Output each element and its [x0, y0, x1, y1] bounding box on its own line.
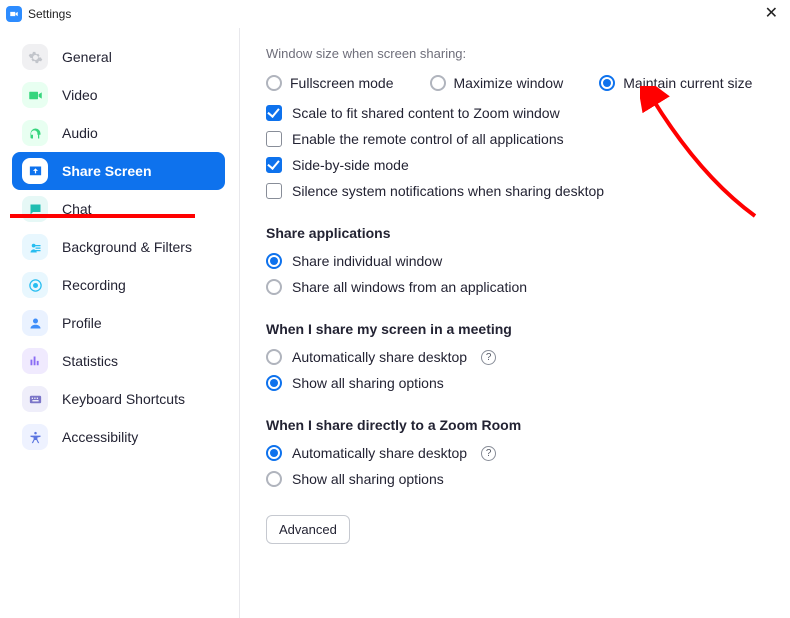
checkbox-icon [266, 105, 282, 121]
radio-label: Show all sharing options [292, 471, 444, 487]
meeting-share-title: When I share my screen in a meeting [266, 321, 770, 337]
checkbox-icon [266, 183, 282, 199]
radio-label: Share individual window [292, 253, 442, 269]
radio-maximize[interactable]: Maximize window [430, 75, 564, 91]
checkbox-label: Scale to fit shared content to Zoom wind… [292, 105, 560, 121]
radio-label: Maximize window [454, 75, 564, 91]
radio-label: Automatically share desktop [292, 445, 467, 461]
background-icon [22, 234, 48, 260]
radio-share-all[interactable]: Share all windows from an application [266, 279, 770, 295]
radio-icon [266, 445, 282, 461]
window-size-options: Fullscreen mode Maximize window Maintain… [266, 75, 770, 91]
headphones-icon [22, 120, 48, 146]
radio-label: Automatically share desktop [292, 349, 467, 365]
video-icon [22, 82, 48, 108]
radio-icon [266, 253, 282, 269]
radio-share-individual[interactable]: Share individual window [266, 253, 770, 269]
sidebar-item-share-screen[interactable]: Share Screen [12, 152, 225, 190]
titlebar: Settings ✕ [0, 0, 790, 28]
radio-label: Maintain current size [623, 75, 752, 91]
checkbox-side-by-side[interactable]: Side-by-side mode [266, 157, 770, 173]
checkbox-icon [266, 157, 282, 173]
app-icon [6, 6, 22, 22]
sidebar-item-recording[interactable]: Recording [12, 266, 225, 304]
sidebar-item-accessibility[interactable]: Accessibility [12, 418, 225, 456]
radio-label: Show all sharing options [292, 375, 444, 391]
radio-meeting-auto[interactable]: Automatically share desktop ? [266, 349, 770, 365]
titlebar-left: Settings [6, 6, 71, 22]
sidebar-label: Recording [62, 277, 126, 293]
record-icon [22, 272, 48, 298]
checkbox-scale[interactable]: Scale to fit shared content to Zoom wind… [266, 105, 770, 121]
profile-icon [22, 310, 48, 336]
sidebar-label: Keyboard Shortcuts [62, 391, 185, 407]
sidebar-item-general[interactable]: General [12, 38, 225, 76]
help-icon[interactable]: ? [481, 446, 496, 461]
sidebar-label: Statistics [62, 353, 118, 369]
checkbox-remote[interactable]: Enable the remote control of all applica… [266, 131, 770, 147]
share-screen-icon [22, 158, 48, 184]
radio-icon [266, 471, 282, 487]
sidebar: General Video Audio Share Screen Chat Ba… [0, 28, 240, 618]
advanced-button[interactable]: Advanced [266, 515, 350, 544]
radio-fullscreen[interactable]: Fullscreen mode [266, 75, 394, 91]
sidebar-item-statistics[interactable]: Statistics [12, 342, 225, 380]
sidebar-label: Audio [62, 125, 98, 141]
radio-label: Fullscreen mode [290, 75, 394, 91]
zoomroom-share-title: When I share directly to a Zoom Room [266, 417, 770, 433]
gear-icon [22, 44, 48, 70]
checkbox-label: Enable the remote control of all applica… [292, 131, 564, 147]
radio-maintain[interactable]: Maintain current size [599, 75, 752, 91]
radio-icon [266, 349, 282, 365]
checkbox-silence[interactable]: Silence system notifications when sharin… [266, 183, 770, 199]
sidebar-label: General [62, 49, 112, 65]
annotation-underline [10, 214, 195, 218]
sidebar-item-audio[interactable]: Audio [12, 114, 225, 152]
sidebar-item-background[interactable]: Background & Filters [12, 228, 225, 266]
accessibility-icon [22, 424, 48, 450]
help-icon[interactable]: ? [481, 350, 496, 365]
window-size-label: Window size when screen sharing: [266, 46, 770, 61]
sidebar-label: Share Screen [62, 163, 152, 179]
checkbox-label: Silence system notifications when sharin… [292, 183, 604, 199]
radio-icon [599, 75, 615, 91]
checkbox-label: Side-by-side mode [292, 157, 409, 173]
radio-zoomroom-show[interactable]: Show all sharing options [266, 471, 770, 487]
radio-meeting-show[interactable]: Show all sharing options [266, 375, 770, 391]
radio-icon [266, 375, 282, 391]
radio-icon [430, 75, 446, 91]
radio-icon [266, 75, 282, 91]
stats-icon [22, 348, 48, 374]
chat-icon [22, 196, 48, 222]
radio-label: Share all windows from an application [292, 279, 527, 295]
radio-zoomroom-auto[interactable]: Automatically share desktop ? [266, 445, 770, 461]
share-apps-title: Share applications [266, 225, 770, 241]
sidebar-label: Video [62, 87, 98, 103]
sidebar-label: Accessibility [62, 429, 138, 445]
sidebar-item-video[interactable]: Video [12, 76, 225, 114]
close-button[interactable]: ✕ [761, 4, 782, 24]
checkbox-icon [266, 131, 282, 147]
sidebar-item-profile[interactable]: Profile [12, 304, 225, 342]
sidebar-item-keyboard[interactable]: Keyboard Shortcuts [12, 380, 225, 418]
sidebar-label: Profile [62, 315, 102, 331]
sidebar-item-chat[interactable]: Chat [12, 190, 225, 228]
keyboard-icon [22, 386, 48, 412]
sidebar-label: Background & Filters [62, 239, 192, 255]
window-title: Settings [28, 7, 71, 21]
content-pane: Window size when screen sharing: Fullscr… [240, 28, 790, 618]
radio-icon [266, 279, 282, 295]
